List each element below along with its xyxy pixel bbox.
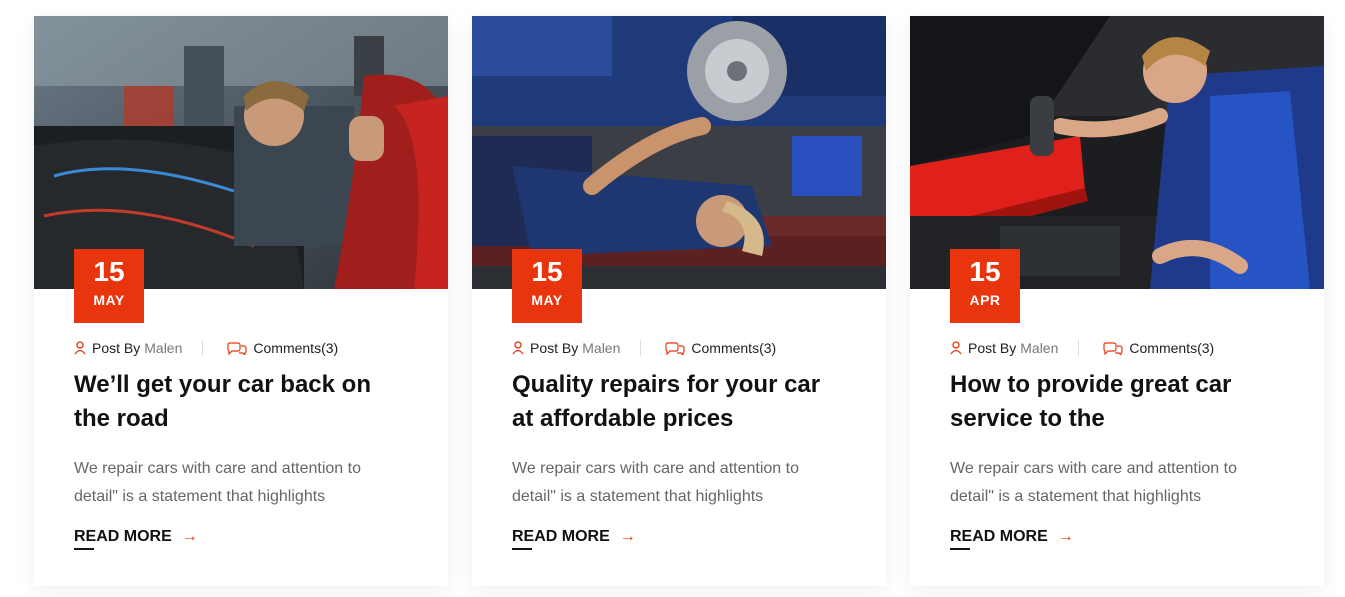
read-more-label: READ MORE <box>950 528 1048 545</box>
post-date-day: 15 <box>93 256 125 287</box>
author-name: Malen <box>582 340 621 356</box>
post-by-label: Post By <box>92 340 141 356</box>
blog-card: 15 APR Post By Malen Comments(3) How to … <box>910 16 1324 586</box>
post-comments[interactable]: Comments(3) <box>1103 340 1214 356</box>
post-excerpt: We repair cars with care and attention t… <box>950 460 1237 505</box>
post-comments[interactable]: Comments(3) <box>227 340 338 356</box>
post-title[interactable]: We’ll get your car back on the road <box>74 368 394 436</box>
comments-count: Comments(3) <box>691 340 777 356</box>
comments-icon <box>1103 342 1123 355</box>
post-meta: Post By Malen Comments(3) <box>950 338 1294 358</box>
post-author[interactable]: Post By Malen <box>512 340 620 356</box>
read-more-label: READ MORE <box>512 528 610 545</box>
post-date-badge: 15 MAY <box>512 249 582 323</box>
post-date-badge: 15 MAY <box>74 249 144 323</box>
post-body: Post By Malen Comments(3) Quality repair… <box>512 338 856 550</box>
read-more-link[interactable]: READ MORE → <box>512 528 636 550</box>
post-body: Post By Malen Comments(3) We’ll get your… <box>74 338 418 550</box>
post-excerpt: We repair cars with care and attention t… <box>74 460 361 505</box>
meta-divider <box>1078 340 1080 356</box>
post-meta: Post By Malen Comments(3) <box>512 338 856 358</box>
read-more-link[interactable]: READ MORE → <box>950 528 1074 550</box>
user-icon <box>950 341 962 355</box>
post-body: Post By Malen Comments(3) How to provide… <box>950 338 1294 550</box>
blog-grid: 15 MAY Post By Malen Comments(3) We’ll g… <box>0 0 1345 597</box>
post-date-day: 15 <box>969 256 1001 287</box>
user-icon <box>74 341 86 355</box>
meta-divider <box>640 340 642 356</box>
comments-count: Comments(3) <box>253 340 339 356</box>
arrow-right-icon: → <box>181 528 198 545</box>
author-name: Malen <box>1020 340 1059 356</box>
arrow-right-icon: → <box>1057 528 1074 545</box>
user-icon <box>512 341 524 355</box>
post-by-label: Post By <box>968 340 1017 356</box>
comments-icon <box>227 342 247 355</box>
post-date-day: 15 <box>531 256 563 287</box>
author-name: Malen <box>144 340 183 356</box>
post-excerpt: We repair cars with care and attention t… <box>512 460 799 505</box>
arrow-right-icon: → <box>619 528 636 545</box>
post-author[interactable]: Post By Malen <box>950 340 1058 356</box>
blog-card: 15 MAY Post By Malen <box>472 16 886 586</box>
post-comments[interactable]: Comments(3) <box>665 340 776 356</box>
read-more-link[interactable]: READ MORE → <box>74 528 198 550</box>
meta-divider <box>202 340 204 356</box>
read-more-label: READ MORE <box>74 528 172 545</box>
comments-icon <box>665 342 685 355</box>
post-by-label: Post By <box>530 340 579 356</box>
post-date-badge: 15 APR <box>950 249 1020 323</box>
post-title[interactable]: Quality repairs for your car at affordab… <box>512 368 832 436</box>
post-date-month: MAY <box>93 292 125 308</box>
post-author[interactable]: Post By Malen <box>74 340 182 356</box>
post-date-month: APR <box>969 292 1001 308</box>
post-date-month: MAY <box>531 292 563 308</box>
blog-card: 15 MAY Post By Malen <box>34 16 448 586</box>
post-meta: Post By Malen Comments(3) <box>74 338 418 358</box>
comments-count: Comments(3) <box>1129 340 1215 356</box>
post-title[interactable]: How to provide great car service to the <box>950 368 1270 436</box>
